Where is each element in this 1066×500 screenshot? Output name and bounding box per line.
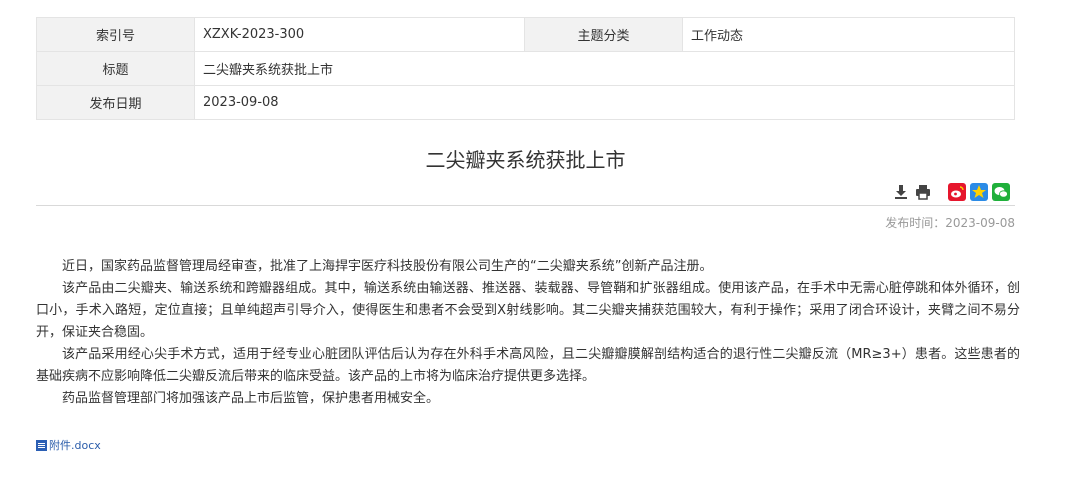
publish-time-label: 发布时间： [885,216,946,230]
meta-table: 索引号 XZXK-2023-300 主题分类 工作动态 标题 二尖瓣夹系统获批上… [36,17,1015,120]
qzone-share-icon[interactable] [970,183,988,201]
title-divider [36,205,1015,206]
download-icon[interactable] [892,183,910,201]
article-title: 二尖瓣夹系统获批上市 [425,148,626,172]
date-value: 2023-09-08 [194,85,1015,120]
meta-row: 索引号 XZXK-2023-300 主题分类 工作动态 [36,17,1015,52]
article-tools [892,182,936,202]
publish-time-value: 2023-09-08 [945,216,1015,230]
category-value: 工作动态 [682,17,1015,52]
document-icon [36,439,47,451]
index-value: XZXK-2023-300 [194,17,525,52]
title-label: 标题 [36,51,195,86]
weibo-share-icon[interactable] [948,183,966,201]
title-value: 二尖瓣夹系统获批上市 [194,51,1015,86]
publish-time: 发布时间：2023-09-08 [885,214,1015,231]
index-label: 索引号 [36,17,195,52]
attachment-label[interactable]: 附件.docx [49,437,101,453]
share-tools [948,182,1014,202]
paragraph: 该产品由二尖瓣夹、输送系统和跨瓣器组成。其中，输送系统由输送器、推送器、装载器、… [36,281,1020,340]
paragraph: 近日，国家药品监督管理局经审查，批准了上海捍宇医疗科技股份有限公司生产的“二尖瓣… [62,259,713,274]
date-label: 发布日期 [36,85,195,120]
paragraph: 药品监督管理部门将加强该产品上市后监管，保护患者用械安全。 [62,391,440,406]
print-icon[interactable] [914,183,932,201]
attachment-link[interactable]: 附件.docx [36,437,101,453]
wechat-share-icon[interactable] [992,183,1010,201]
meta-row: 标题 二尖瓣夹系统获批上市 [36,51,1015,86]
paragraph: 该产品采用经心尖手术方式，适用于经专业心脏团队评估后认为存在外科手术高风险，且二… [36,347,1020,384]
meta-row: 发布日期 2023-09-08 [36,85,1015,120]
article-content: 近日，国家药品监督管理局经审查，批准了上海捍宇医疗科技股份有限公司生产的“二尖瓣… [36,256,1020,410]
category-label: 主题分类 [524,17,683,52]
